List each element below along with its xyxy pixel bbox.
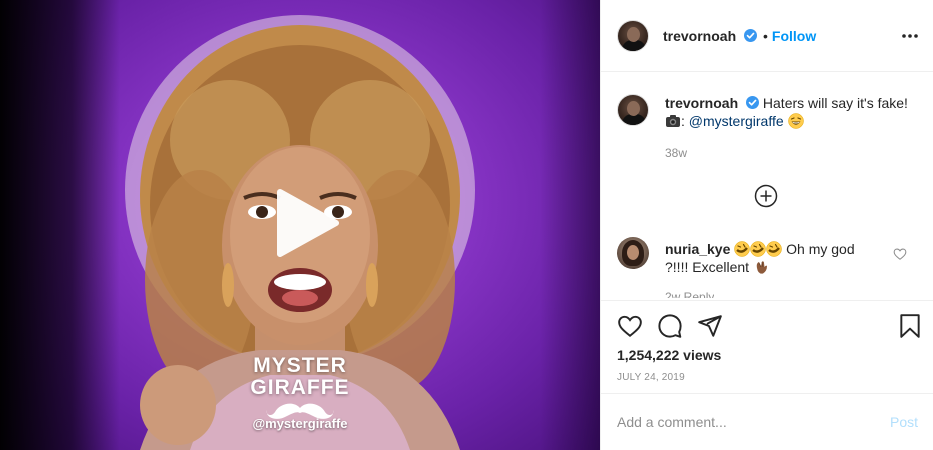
follow-button[interactable]: Follow <box>772 28 816 44</box>
rofl-emoji <box>750 241 767 257</box>
rofl-emoji <box>734 241 751 257</box>
comment-body-b: ?!!!! Excellent <box>665 259 750 275</box>
camera-emoji <box>666 115 680 127</box>
caption-prefix: : <box>681 113 685 129</box>
more-options-icon[interactable] <box>900 26 920 46</box>
caption-avatar[interactable] <box>617 94 649 126</box>
comment-icon[interactable] <box>657 313 683 339</box>
post-button[interactable]: Post <box>890 414 918 430</box>
comment-text: nuria_kye Oh my god ?!!!! Excellent <box>665 240 897 276</box>
post-age[interactable]: 38w <box>665 146 687 160</box>
comment-username[interactable]: nuria_kye <box>665 241 730 257</box>
caption-text: trevornoah Haters will say it's fake! : … <box>665 94 917 130</box>
clap-emoji <box>756 261 767 274</box>
load-more-icon[interactable] <box>754 184 778 208</box>
watermark-line-2: GIRAFFE <box>250 376 350 399</box>
comment-body-a: Oh my god <box>786 241 855 257</box>
watermark-handle: @mystergiraffe <box>252 416 348 431</box>
save-icon[interactable] <box>897 313 923 339</box>
comment-meta[interactable]: 2w Reply <box>665 288 714 298</box>
comments-section[interactable]: trevornoah Haters will say it's fake! : … <box>601 72 933 300</box>
watermark-line-1: MYSTER <box>253 354 347 377</box>
view-count[interactable]: 1,254,222 views <box>617 347 721 363</box>
post-actions: 1,254,222 views JULY 24, 2019 <box>601 300 933 394</box>
heart-icon[interactable] <box>617 313 643 339</box>
post-media[interactable]: MYSTER GIRAFFE @mystergiraffe <box>0 0 600 450</box>
comment-composer: Post <box>601 394 933 450</box>
comment-input[interactable] <box>617 412 867 432</box>
caption-mention[interactable]: @mystergiraffe <box>689 113 784 129</box>
post-details-panel: trevornoah • Follow trevornoah Haters wi <box>600 0 933 450</box>
author-username[interactable]: trevornoah <box>663 28 758 44</box>
rofl-emoji <box>766 241 783 257</box>
verified-icon <box>746 96 760 109</box>
laughing-emoji <box>787 113 804 129</box>
author-username-text[interactable]: trevornoah <box>663 28 736 44</box>
header-separator: • <box>763 27 768 44</box>
video-watermark: MYSTER GIRAFFE <box>235 355 365 425</box>
post-date[interactable]: JULY 24, 2019 <box>617 372 685 383</box>
caption-username[interactable]: trevornoah <box>665 95 738 111</box>
caption-body: Haters will say it's fake! <box>762 95 908 111</box>
post-header: trevornoah • Follow <box>601 0 933 72</box>
avatar[interactable] <box>617 19 649 52</box>
heart-icon[interactable] <box>893 247 907 261</box>
avatar[interactable] <box>617 237 649 269</box>
verified-icon <box>744 28 758 42</box>
play-icon[interactable] <box>272 188 342 258</box>
share-icon[interactable] <box>697 313 723 339</box>
